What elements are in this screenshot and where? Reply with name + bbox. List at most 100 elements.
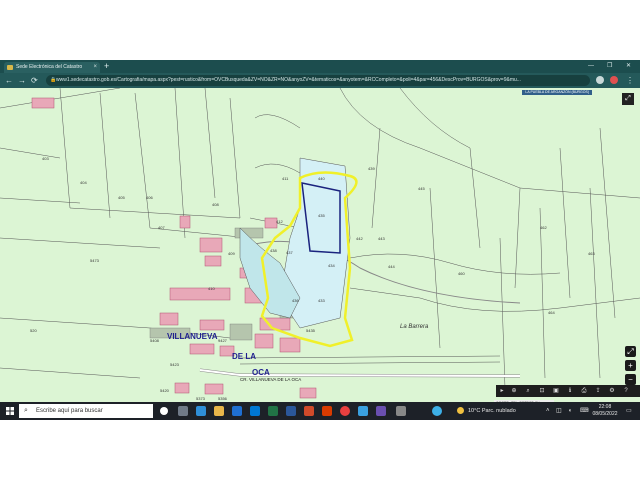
powerpoint-icon[interactable] [304, 406, 314, 416]
catastro-favicon-icon [7, 65, 13, 70]
weather-text: 10°C Parc. nublado [468, 408, 516, 414]
parcel-label: 5373 [196, 396, 205, 401]
pan-tool-icon[interactable]: ▸ [498, 387, 506, 395]
chrome-icon[interactable] [340, 406, 350, 416]
zoom-tool-icon[interactable]: ⊕ [510, 387, 518, 395]
parcel-label: 433 [318, 298, 325, 303]
network-icon[interactable]: ◫ [556, 402, 562, 420]
forward-button[interactable]: → [18, 75, 26, 86]
minimize-button[interactable]: — [588, 60, 594, 73]
parcel-label: 407 [158, 225, 165, 230]
parcel-label: 445 [418, 186, 425, 191]
tray-chevron-icon[interactable]: ˄ [546, 402, 550, 420]
parcel-label: 408 [212, 202, 219, 207]
clock-date: 08/05/2022 [592, 411, 618, 417]
parcel-label: 404 [80, 180, 87, 185]
store-icon[interactable] [250, 406, 260, 416]
taskbar-search-box[interactable]: ⌕ Escribe aquí para buscar [19, 404, 153, 418]
layers-tool-icon[interactable]: ▣ [552, 387, 560, 395]
zoom-in-button[interactable]: + [625, 360, 636, 371]
reload-button[interactable]: ⟳ [31, 75, 38, 86]
taskbar-clock[interactable]: 22:08 08/05/2022 [590, 404, 620, 418]
place-name-la-barrera: La Barrera [400, 324, 429, 330]
windows-taskbar: ⌕ Escribe aquí para buscar 10°C Parc. nu… [0, 402, 640, 420]
parcel-label: 464 [548, 310, 555, 315]
share-tool-icon[interactable]: ⇪ [594, 387, 602, 395]
parcel-label: 5435 [306, 328, 315, 333]
parcel-label: 5473 [90, 258, 99, 263]
app-icon[interactable] [376, 406, 386, 416]
tab-title: Sede Electrónica del Catastro [16, 64, 83, 70]
parcel-label: 443 [378, 236, 385, 241]
print-tool-icon[interactable]: ⎙ [580, 387, 588, 395]
parcel-label: 5356 [218, 396, 227, 401]
cortana-icon[interactable] [160, 407, 168, 415]
parcel-label: 444 [388, 264, 395, 269]
settings-tool-icon[interactable]: ⚙ [608, 387, 616, 395]
parcel-label: 405 [118, 195, 125, 200]
map-location-tag: LA PUEBLA DE ARGANZÓN (BURGOS) [522, 90, 592, 95]
maximize-button[interactable]: ❐ [607, 60, 612, 73]
parcel-label: 409 [228, 251, 235, 256]
parcel-label: 411 [282, 176, 289, 181]
search-tool-icon[interactable]: ⌕ [524, 387, 532, 395]
map-toolbar: ▸ ⊕ ⌕ ⊡ ▣ ℹ ⎙ ⇪ ⚙ ? [496, 385, 640, 397]
parcel-label: 434 [328, 263, 335, 268]
parcel-label: 438 [270, 248, 277, 253]
excel-icon[interactable] [268, 406, 278, 416]
search-placeholder: Escribe aquí para buscar [36, 408, 103, 414]
parcel-label: 437 [286, 250, 293, 255]
info-tool-icon[interactable]: ℹ [566, 387, 574, 395]
profile-avatar[interactable] [610, 76, 618, 84]
fullscreen-button[interactable]: ⤢ [622, 93, 634, 105]
help-tool-icon[interactable]: ? [622, 387, 630, 395]
parcel-label: 412 [276, 219, 283, 224]
clock-time: 22:08 [598, 404, 612, 410]
parcel-label: 463 [588, 251, 595, 256]
mail-icon[interactable] [232, 406, 242, 416]
map-canvas [0, 88, 640, 399]
tab-close-icon[interactable]: × [93, 62, 97, 73]
edge-dev-icon[interactable] [432, 406, 442, 416]
weather-widget[interactable]: 10°C Parc. nublado [457, 402, 516, 420]
photos-icon[interactable] [358, 406, 368, 416]
extensions-icon[interactable] [596, 76, 604, 84]
close-window-button[interactable]: ✕ [626, 60, 631, 73]
parcel-label: 403 [42, 156, 49, 161]
menu-icon[interactable]: ⋮ [626, 75, 634, 86]
windows-start-icon[interactable] [6, 407, 14, 415]
zoom-full-extent-button[interactable]: ⤢ [625, 346, 636, 357]
language-icon[interactable]: ⌨ [580, 402, 589, 420]
office-icon[interactable] [322, 406, 332, 416]
app-icon-2[interactable] [396, 406, 406, 416]
screenshot-area: Sede Electrónica del Catastro × + — ❐ ✕ … [0, 60, 640, 420]
parcel-label: 435 [318, 213, 325, 218]
new-tab-button[interactable]: + [104, 61, 109, 72]
search-icon: ⌕ [24, 407, 28, 414]
road-name-label: CR. VILLANUEVA DE LA OCA [240, 377, 302, 382]
parcel-label: 440 [318, 176, 325, 181]
parcel-label: 410 [208, 286, 215, 291]
parcel-label: 406 [146, 195, 153, 200]
browser-tab[interactable]: Sede Electrónica del Catastro × [4, 62, 100, 73]
back-button[interactable]: ← [5, 75, 13, 86]
browser-address-bar: ← → ⟳ 🔒 www1.sedecatastro.gob.es/Cartogr… [0, 73, 640, 88]
parcel-label: 9427 [218, 338, 227, 343]
weather-sun-icon [457, 407, 464, 415]
parcel-label: 520 [30, 328, 37, 333]
lock-icon: 🔒 [50, 77, 57, 83]
parcel-label: 439 [368, 166, 375, 171]
volume-icon[interactable]: ◖ [568, 402, 572, 420]
town-name-line3: OCA [252, 368, 270, 377]
url-field[interactable]: 🔒 www1.sedecatastro.gob.es/Cartografia/m… [46, 75, 590, 86]
notifications-icon[interactable]: ▭ [626, 402, 632, 420]
measure-tool-icon[interactable]: ⊡ [538, 387, 546, 395]
parcel-label: 5408 [150, 338, 159, 343]
file-explorer-icon[interactable] [214, 406, 224, 416]
cadastral-map[interactable]: 403 404 405 406 407 408 409 410 411 412 … [0, 88, 640, 408]
task-view-icon[interactable] [178, 406, 188, 416]
zoom-out-button[interactable]: − [625, 374, 636, 385]
edge-icon[interactable] [196, 406, 206, 416]
word-icon[interactable] [286, 406, 296, 416]
town-name-line2: DE LA [232, 352, 256, 361]
